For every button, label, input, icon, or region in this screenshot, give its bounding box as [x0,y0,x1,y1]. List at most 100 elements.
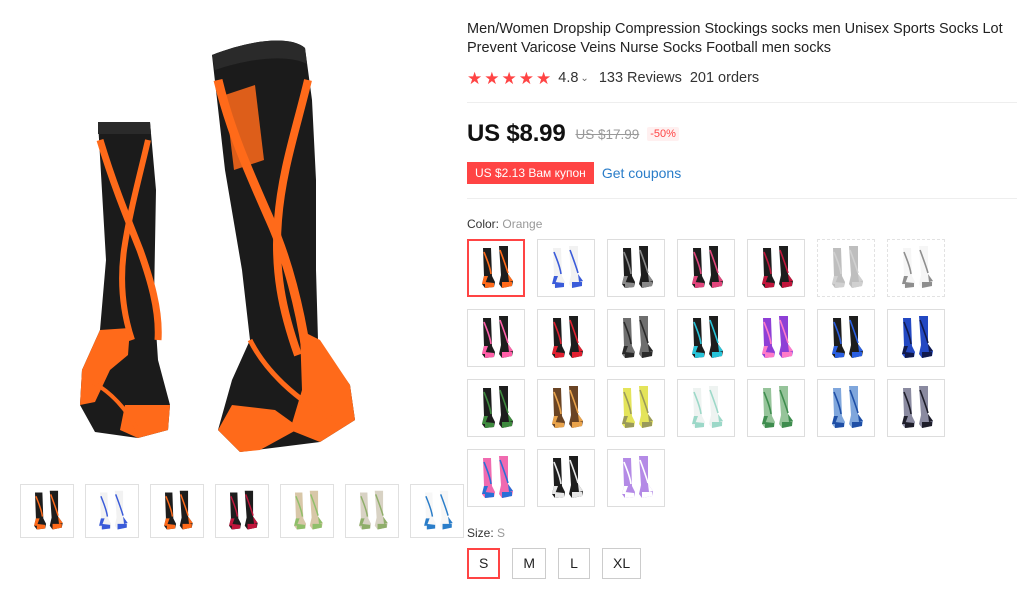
sock-swatch-icon [902,386,933,428]
color-swatch-yellow[interactable] [607,379,665,437]
color-swatch-white-blue[interactable] [537,239,595,297]
sock-swatch-icon [552,456,583,498]
right-sock [212,40,355,452]
reviews-link[interactable]: 133 Reviews [599,70,682,86]
color-swatch-black-pink[interactable] [677,239,735,297]
sock-swatch-icon [482,316,513,358]
divider [467,102,1017,103]
thumbnail-image [164,490,193,530]
sock-swatch-icon [832,316,863,358]
current-price: US $8.99 [467,120,566,147]
get-coupons-link[interactable]: Get coupons [602,165,681,181]
thumbnail-image [359,490,388,530]
thumbnail-image [424,490,453,530]
coupon-row: US $2.13 Вам купон Get coupons [464,162,681,184]
color-label: Color: Orange [467,217,542,231]
color-swatch-blue[interactable] [887,309,945,367]
compression-socks-illustration [80,40,355,452]
size-option-l[interactable]: L [558,548,591,579]
thumb-runner-photo[interactable] [280,484,334,538]
color-swatch-black-white[interactable] [537,449,595,507]
sock-swatch-icon [692,386,723,428]
sock-swatch-icon [622,386,653,428]
rating-row: ★ ★ ★ ★ ★ 4.8 ⌄ 133 Reviews 201 orders [467,68,759,88]
sock-swatch-icon [692,316,723,358]
color-swatch-grey[interactable] [817,239,875,297]
sock-swatch-icon [622,456,653,498]
color-swatch-blue-camo[interactable] [817,379,875,437]
color-swatch-grey-black[interactable] [607,309,665,367]
sock-swatch-icon [482,386,513,428]
sock-swatch-icon [552,246,583,288]
color-swatch-black-cyan[interactable] [677,309,735,367]
color-swatch-orange-black[interactable] [467,239,525,297]
size-label-text: Size: [467,526,494,540]
color-swatch-black-blue[interactable] [817,309,875,367]
price-row: US $8.99 US $17.99 -50% [467,120,679,148]
sock-swatch-icon [762,386,793,428]
color-swatch-brown-camo[interactable] [537,379,595,437]
color-label-text: Color: [467,217,500,231]
color-swatch-black-red-2[interactable] [537,309,595,367]
divider [467,198,1017,199]
color-swatch-black-red[interactable] [747,239,805,297]
sock-swatch-icon [762,316,793,358]
orders-count: 201 orders [689,70,760,86]
size-label: Size: S [467,526,505,540]
thumb-orange-pair[interactable] [150,484,204,538]
color-swatch-lilac[interactable] [607,449,665,507]
star-icon: ★ [518,68,534,88]
star-icon: ★ [467,68,483,88]
star-icon: ★ [501,68,517,88]
color-swatch-black-green[interactable] [467,379,525,437]
thumbnail-image [294,490,323,530]
size-option-xl[interactable]: XL [602,548,642,579]
size-option-m[interactable]: M [512,548,547,579]
selected-size-name: S [497,526,506,540]
thumbnail-image [229,490,258,530]
sock-swatch-icon [832,246,863,288]
sock-swatch-icon [692,246,723,288]
color-swatch-green-camo[interactable] [747,379,805,437]
thumb-white-blue[interactable] [85,484,139,538]
thumb-socks-group[interactable] [20,484,74,538]
color-swatch-black-pink-2[interactable] [467,309,525,367]
selected-color-name: Orange [502,217,543,231]
sock-swatch-icon [832,386,863,428]
sock-swatch-icon [622,316,653,358]
thumb-multi[interactable] [215,484,269,538]
sock-swatch-icon [482,246,513,288]
color-swatch-pink-pattern[interactable] [467,449,525,507]
color-swatch-grid [467,239,957,507]
star-icon: ★ [536,68,552,88]
color-swatch-white-mint[interactable] [677,379,735,437]
color-swatch-purple[interactable] [747,309,805,367]
color-swatch-grey-camo[interactable] [887,379,945,437]
sock-swatch-icon [762,246,793,288]
sock-swatch-icon [622,246,653,288]
rating-value[interactable]: 4.8 [558,70,578,86]
coupon-badge[interactable]: US $2.13 Вам купон [464,162,597,184]
sock-swatch-icon [902,316,933,358]
left-sock [80,122,170,438]
thumb-size-chart[interactable] [410,484,464,538]
chevron-down-icon[interactable]: ⌄ [580,73,588,84]
product-title: Men/Women Dropship Compression Stockings… [467,21,1003,56]
sock-swatch-icon [552,386,583,428]
thumb-collage-photo[interactable] [345,484,399,538]
sock-swatch-icon [902,246,933,288]
sock-swatch-icon [482,456,513,498]
size-options: S M L XL [467,548,642,579]
sock-swatch-icon [552,316,583,358]
original-price: US $17.99 [575,126,640,142]
color-swatch-black-grey[interactable] [607,239,665,297]
size-option-s[interactable]: S [467,548,501,579]
color-swatch-white-black[interactable] [887,239,945,297]
star-icon: ★ [484,68,500,88]
thumbnail-image [99,490,128,530]
discount-badge: -50% [647,127,679,141]
main-product-image [20,10,440,465]
thumbnail-strip [20,484,464,538]
star-rating: ★ ★ ★ ★ ★ [467,70,551,87]
thumbnail-image [34,490,63,530]
